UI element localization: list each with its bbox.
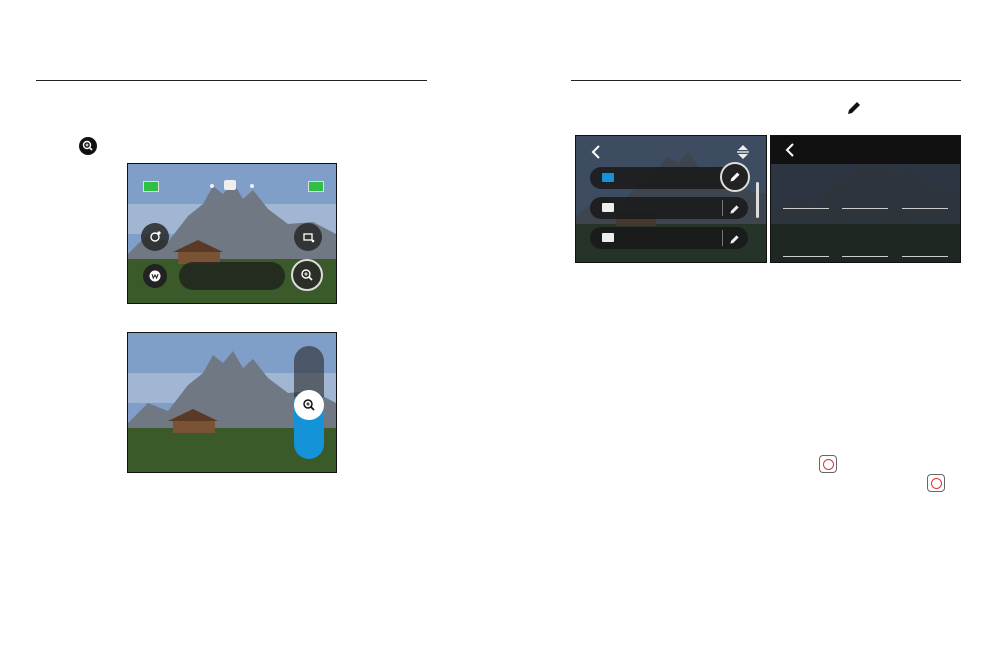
edit-preset-button[interactable] bbox=[720, 162, 750, 192]
back-chevron-icon[interactable] bbox=[784, 143, 796, 157]
record-icon bbox=[819, 455, 837, 473]
w-icon bbox=[149, 270, 161, 282]
zoom-icon bbox=[301, 269, 313, 281]
sort-icon[interactable] bbox=[736, 144, 750, 160]
setting-underline bbox=[902, 256, 948, 257]
record-icon bbox=[927, 474, 945, 492]
row-divider bbox=[722, 230, 723, 246]
pencil-icon[interactable] bbox=[729, 202, 740, 214]
left-header-rule bbox=[36, 80, 427, 81]
scrollbar[interactable] bbox=[756, 182, 759, 218]
right-header-rule bbox=[571, 80, 961, 81]
lens-icon bbox=[303, 233, 315, 243]
zoom-button[interactable] bbox=[291, 259, 323, 291]
camera-settings-icon bbox=[150, 231, 161, 242]
setting-underline bbox=[842, 256, 888, 257]
edit-header-bar bbox=[771, 136, 960, 164]
pencil-icon bbox=[730, 172, 740, 182]
status-dot bbox=[250, 184, 254, 188]
preset-video-icon bbox=[602, 173, 614, 182]
camera-screen-main bbox=[127, 163, 337, 304]
zoom-slider-handle[interactable] bbox=[294, 390, 324, 420]
pencil-icon bbox=[846, 100, 862, 116]
preset-activity-icon bbox=[602, 203, 614, 212]
hindsight-button[interactable] bbox=[141, 223, 169, 251]
setting-underline bbox=[783, 256, 829, 257]
battery-right-icon bbox=[308, 181, 324, 192]
pencil-icon[interactable] bbox=[729, 232, 740, 244]
lens-button[interactable] bbox=[294, 223, 322, 251]
settings-pill[interactable] bbox=[179, 262, 285, 290]
presets-screen bbox=[575, 135, 767, 263]
zoom-icon bbox=[79, 137, 97, 155]
mode-indicator-icon bbox=[224, 180, 236, 190]
wide-lens-button[interactable] bbox=[143, 264, 167, 288]
status-dot bbox=[210, 184, 214, 188]
battery-left-icon bbox=[143, 181, 159, 192]
row-divider bbox=[722, 200, 723, 216]
edit-preset-screen bbox=[770, 135, 961, 263]
setting-underline bbox=[842, 208, 888, 209]
setting-underline bbox=[902, 208, 948, 209]
camera-screen-zoom bbox=[127, 332, 337, 473]
setting-underline bbox=[783, 208, 829, 209]
zoom-icon bbox=[303, 399, 315, 411]
back-chevron-icon[interactable] bbox=[590, 145, 602, 159]
preset-cinematic-icon bbox=[602, 233, 614, 242]
